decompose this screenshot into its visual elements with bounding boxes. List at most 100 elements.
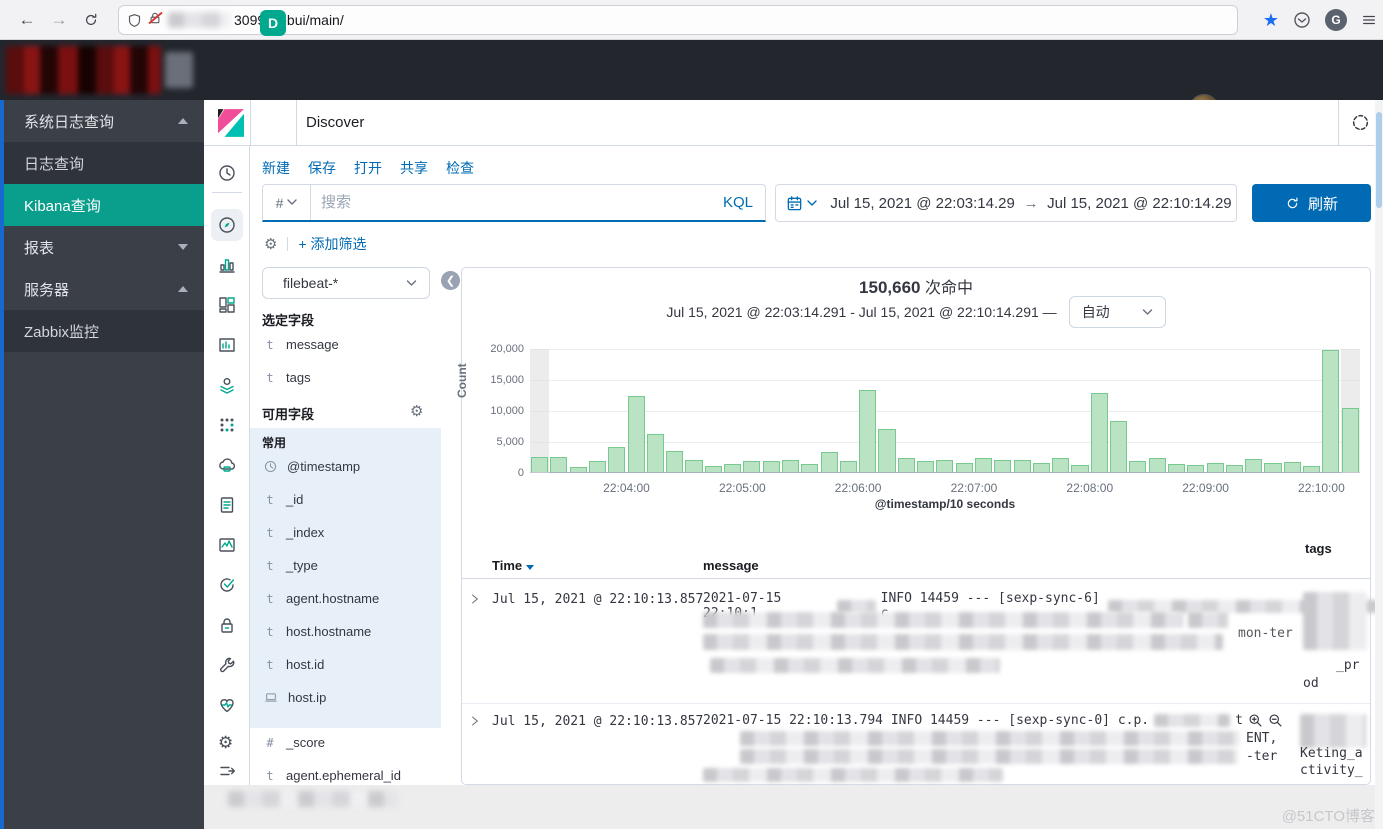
- menu-hamburger-icon[interactable]: [1361, 12, 1377, 28]
- kibana-logo-icon[interactable]: [218, 109, 244, 137]
- redacted-logo: [6, 46, 161, 94]
- collapse-fields-button[interactable]: ❮: [441, 271, 460, 290]
- field-agent.hostname[interactable]: tagent.hostname: [250, 582, 441, 615]
- magnify-plus-icon[interactable]: [1248, 713, 1263, 728]
- histogram-bar: [1168, 464, 1185, 472]
- sidebar-item-系统日志查询[interactable]: 系统日志查询: [0, 100, 204, 142]
- add-filter-button[interactable]: + 添加筛选: [298, 234, 366, 254]
- toolbar-link-打开[interactable]: 打开: [354, 158, 382, 178]
- sidebar-item-Kibana查询[interactable]: Kibana查询: [0, 184, 204, 226]
- devtools-wrench-icon[interactable]: [218, 656, 236, 674]
- toolbar-link-共享[interactable]: 共享: [400, 158, 428, 178]
- field-message[interactable]: tmessage: [250, 328, 441, 361]
- column-header-tags[interactable]: tags: [1305, 541, 1332, 556]
- expand-row-icon[interactable]: [468, 714, 482, 728]
- page-scrollbar[interactable]: [1375, 100, 1383, 829]
- field-_id[interactable]: t_id: [250, 483, 441, 516]
- field-@timestamp[interactable]: @timestamp: [250, 450, 441, 483]
- histogram-bar: [936, 460, 953, 472]
- logs-scroll-icon[interactable]: [218, 496, 236, 514]
- uptime-check-icon[interactable]: [218, 576, 236, 594]
- date-picker-button[interactable]: [775, 184, 827, 222]
- histogram-bar: [1129, 461, 1146, 472]
- field-type-icon: t: [264, 658, 276, 672]
- histogram-bar: [550, 457, 567, 472]
- field-label: host.hostname: [286, 624, 371, 639]
- histogram-bar: [1264, 463, 1281, 472]
- y-axis-label: Count: [455, 363, 469, 398]
- column-header-time[interactable]: Time: [492, 558, 534, 573]
- discover-compass-icon[interactable]: [218, 216, 236, 234]
- histogram-bar: [782, 460, 799, 472]
- histogram-bar: [956, 463, 973, 472]
- sort-desc-icon: [526, 565, 534, 570]
- machine-learning-icon[interactable]: [218, 416, 236, 434]
- sidebar-item-Zabbix监控[interactable]: Zabbix监控: [0, 310, 204, 352]
- expand-row-icon[interactable]: [468, 592, 482, 606]
- interval-select[interactable]: 自动: [1069, 296, 1166, 328]
- bookmark-star-icon[interactable]: ★: [1263, 10, 1279, 31]
- pocket-icon[interactable]: [1293, 11, 1311, 29]
- field-tags[interactable]: ttags: [250, 361, 441, 394]
- toolbar-link-检查[interactable]: 检查: [446, 158, 474, 178]
- app-header: 运维预警系统 guodong 退出: [0, 40, 1383, 100]
- histogram-bar: [859, 390, 876, 472]
- shield-icon[interactable]: [127, 13, 142, 28]
- search-input[interactable]: [311, 194, 711, 211]
- saved-query-button[interactable]: #: [263, 185, 311, 220]
- account-avatar[interactable]: G: [1325, 9, 1347, 31]
- forward-arrow-icon[interactable]: →: [46, 7, 72, 33]
- security-lock-icon[interactable]: [218, 616, 236, 634]
- host-icon: [264, 691, 278, 704]
- breadcrumb[interactable]: Discover: [306, 114, 364, 131]
- back-arrow-icon[interactable]: ←: [14, 7, 40, 33]
- field-host.hostname[interactable]: thost.hostname: [250, 615, 441, 648]
- collapse-menu-icon[interactable]: [218, 762, 236, 780]
- fields-settings-gear-icon[interactable]: ⚙: [410, 402, 423, 420]
- toolbar-link-保存[interactable]: 保存: [308, 158, 336, 178]
- hits-range: Jul 15, 2021 @ 22:03:14.291 - Jul 15, 20…: [666, 304, 1056, 320]
- url-bar[interactable]: 3099/webui/main/: [118, 5, 1238, 35]
- magnify-minus-icon[interactable]: [1268, 713, 1283, 728]
- sidebar-item-服务器[interactable]: 服务器: [0, 268, 204, 310]
- column-header-message[interactable]: message: [703, 558, 759, 573]
- maps-icon[interactable]: [218, 376, 236, 394]
- tags-fragment: ctivity_: [1300, 763, 1363, 778]
- help-icon[interactable]: [1351, 113, 1370, 132]
- time-range[interactable]: Jul 15, 2021 @ 22:03:14.29 → Jul 15, 202…: [826, 184, 1237, 222]
- sidebar-accent-strip: [0, 100, 4, 829]
- visualize-chart-icon[interactable]: [218, 256, 236, 274]
- management-gear-icon[interactable]: ⚙: [218, 734, 233, 752]
- monitoring-heartbeat-icon[interactable]: [218, 696, 236, 714]
- field-type-icon: t: [264, 338, 276, 352]
- canvas-icon[interactable]: [218, 336, 236, 354]
- histogram-bar: [917, 461, 934, 472]
- field-type-icon: t: [264, 526, 276, 540]
- sidebar-item-日志查询[interactable]: 日志查询: [0, 142, 204, 184]
- query-bar: # KQL: [262, 184, 766, 222]
- dashboard-icon[interactable]: [218, 296, 236, 314]
- query-language-button[interactable]: KQL: [711, 194, 765, 211]
- recent-clock-icon[interactable]: [218, 164, 236, 182]
- toolbar-link-新建[interactable]: 新建: [262, 158, 290, 178]
- reload-icon[interactable]: [78, 7, 104, 33]
- histogram-bar: [647, 434, 664, 472]
- field-_score[interactable]: #_score: [250, 726, 441, 759]
- index-pattern-select[interactable]: filebeat-*: [262, 267, 430, 299]
- histogram[interactable]: [530, 349, 1360, 473]
- field-host.ip[interactable]: host.ip: [250, 681, 441, 714]
- chevron-up-icon: [178, 286, 188, 292]
- field-_index[interactable]: t_index: [250, 516, 441, 549]
- filter-gear-icon[interactable]: ⚙: [264, 235, 277, 253]
- apm-pulse-icon[interactable]: [218, 536, 236, 554]
- field-label: _id: [286, 492, 303, 507]
- field-host.id[interactable]: thost.id: [250, 648, 441, 681]
- sidebar-item-报表[interactable]: 报表: [0, 226, 204, 268]
- selected-fields-heading: 选定字段: [262, 310, 314, 329]
- refresh-button[interactable]: 刷新: [1252, 184, 1371, 222]
- field-label: agent.hostname: [286, 591, 379, 606]
- metrics-cloud-icon[interactable]: [218, 456, 236, 474]
- tags-fragment: Keting_a: [1300, 746, 1363, 761]
- field-_type[interactable]: t_type: [250, 549, 441, 582]
- more-fields-list: #_scoretagent.ephemeral_id: [250, 726, 441, 792]
